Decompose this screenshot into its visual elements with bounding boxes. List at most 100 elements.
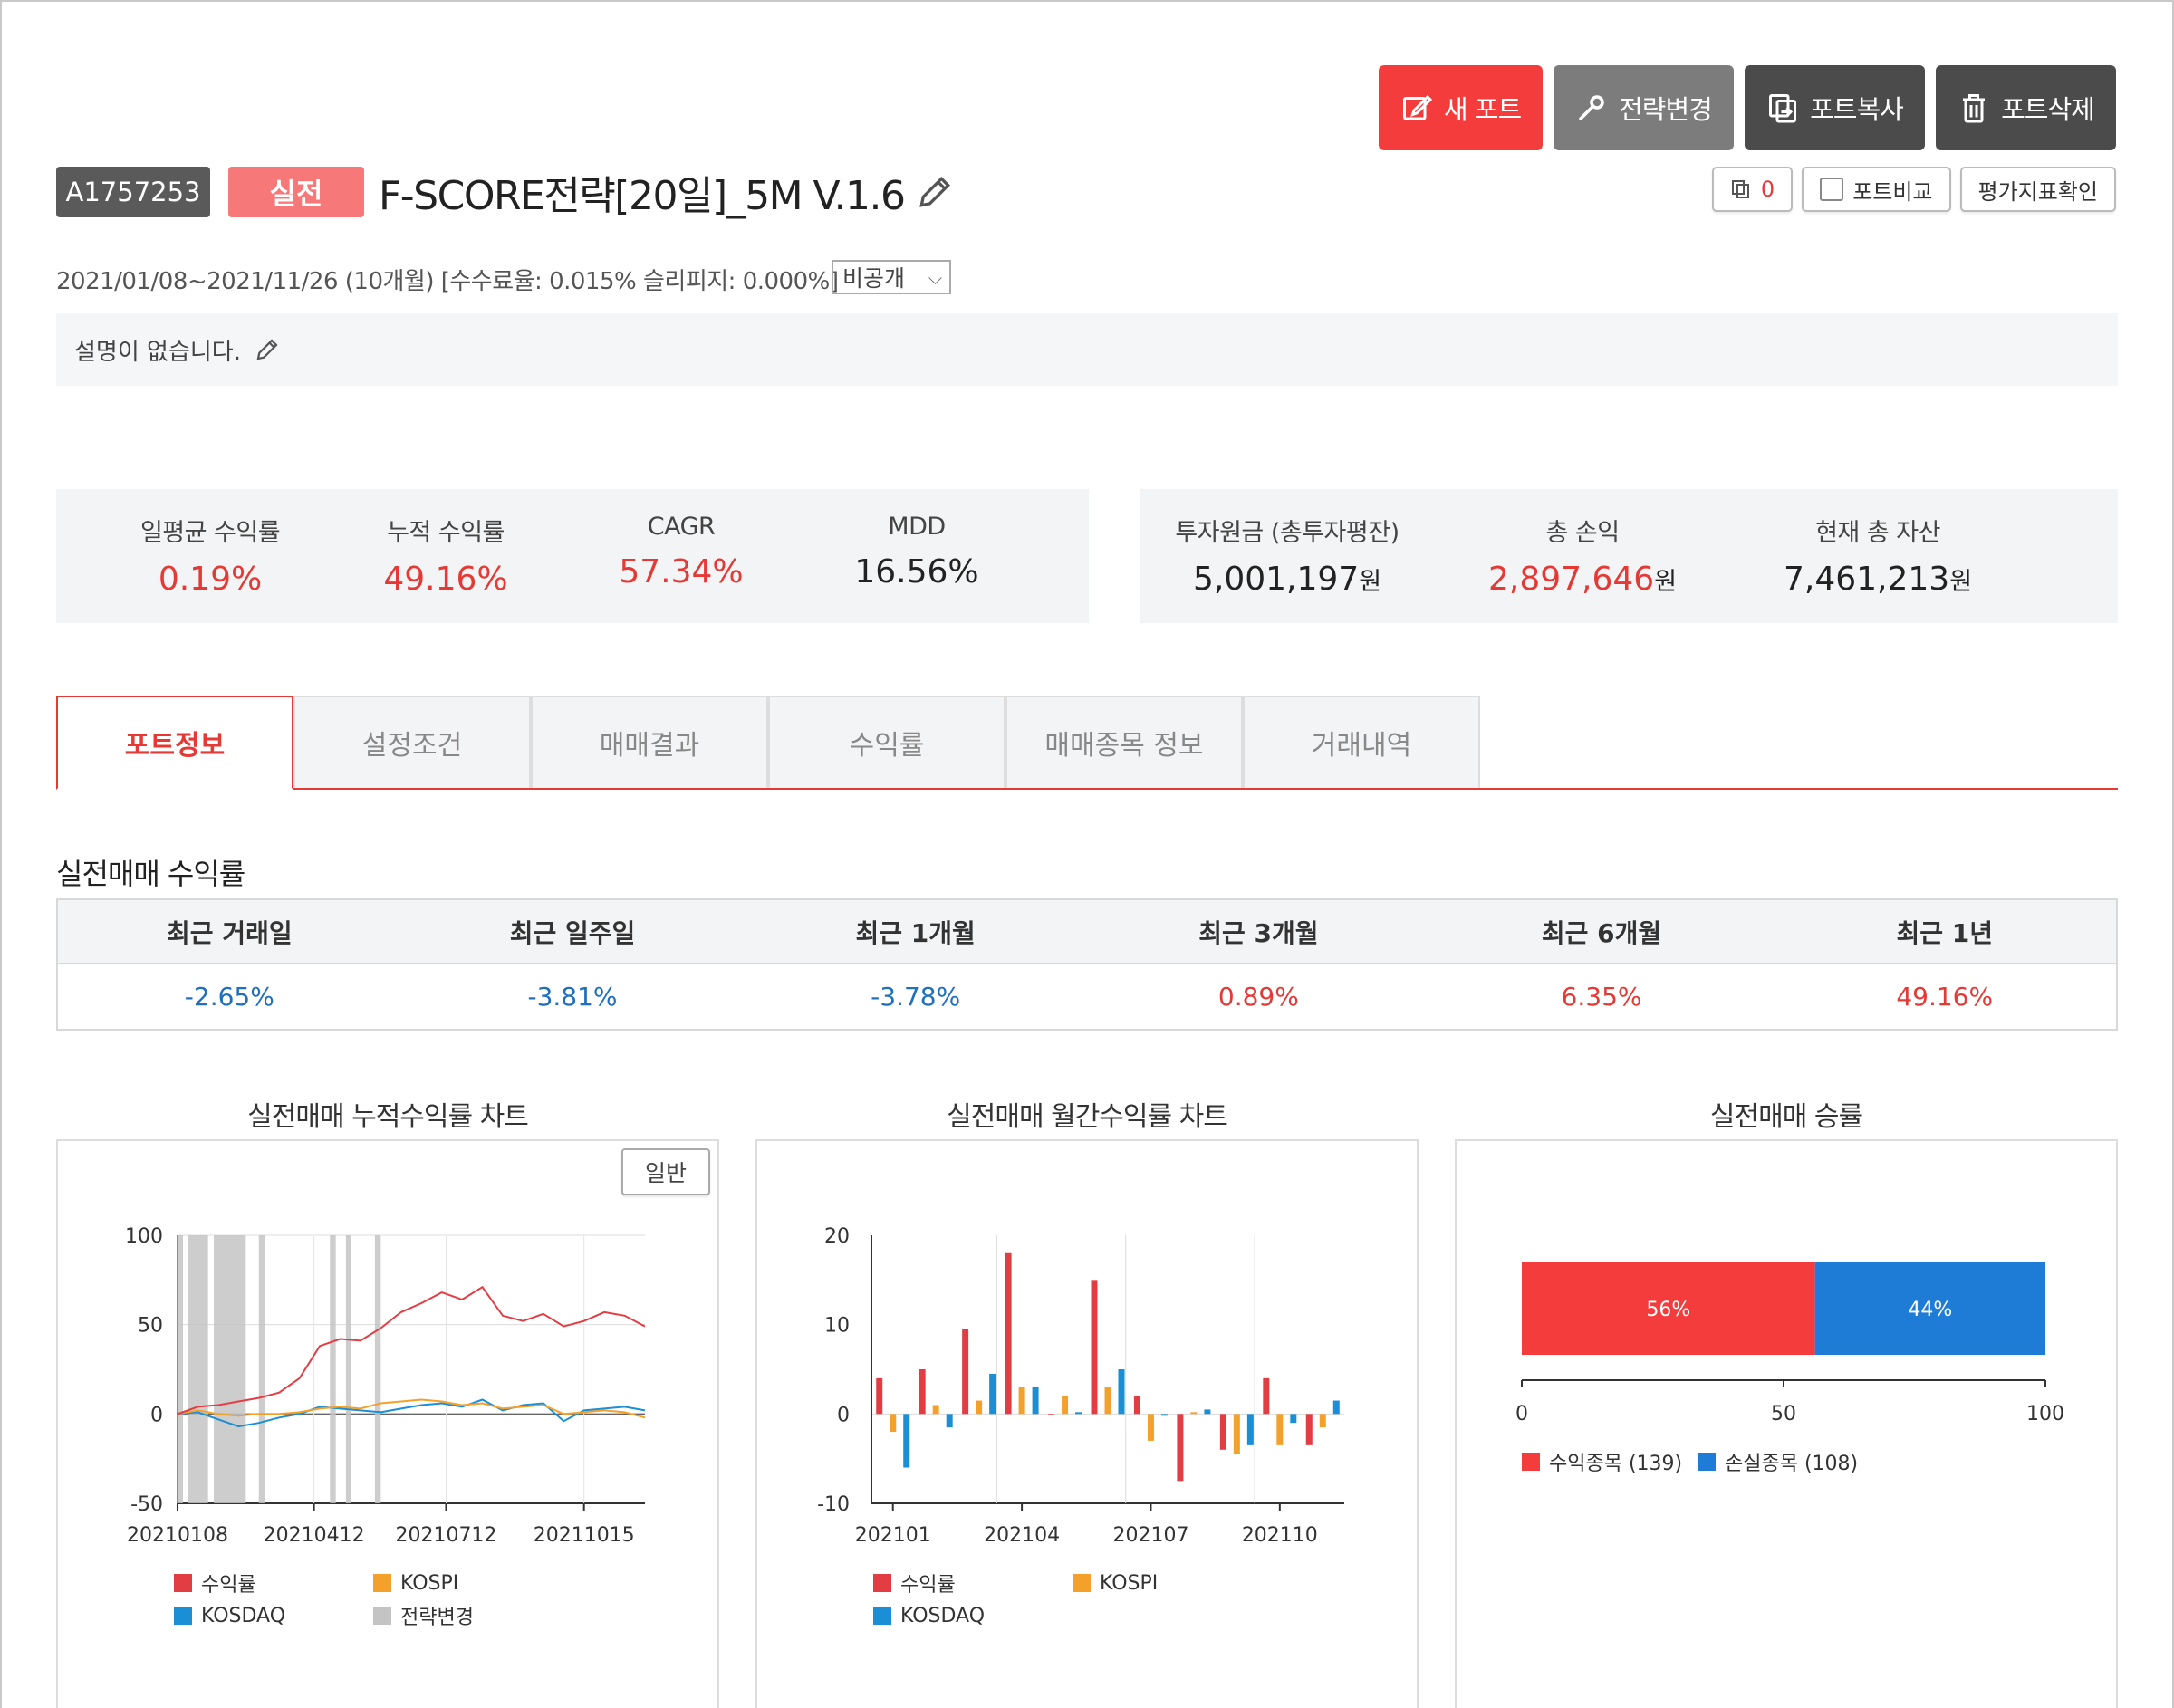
tab-history[interactable]: 거래내역: [1243, 696, 1480, 788]
table-header-row: 최근 거래일 최근 일주일 최근 1개월 최근 3개월 최근 6개월 최근 1년: [58, 900, 2116, 964]
live-returns-table: 최근 거래일 최근 일주일 최근 1개월 최근 3개월 최근 6개월 최근 1년…: [56, 898, 2118, 1031]
stat-label: 총 손익: [1545, 519, 1620, 547]
legend-swatch: [373, 1574, 391, 1592]
bar-202102-1: [932, 1405, 939, 1415]
bar-202110-0: [1263, 1377, 1270, 1415]
stat-value: 7,461,213원: [1730, 561, 2025, 598]
wrench-icon: [1579, 95, 1604, 120]
stat-label: 투자원금 (총투자평잔): [1175, 519, 1400, 547]
y-tick-label: 10: [824, 1315, 850, 1338]
delete-port-button[interactable]: 포트삭제: [1936, 65, 2116, 150]
bar-202110-2: [1290, 1414, 1297, 1424]
strategy-change-band: [330, 1235, 336, 1503]
stat-cagr: CAGR 57.34%: [563, 489, 799, 623]
bar-202107-1: [1147, 1414, 1154, 1441]
tab-bar: 포트정보 설정조건 매매결과 수익률 매매종목 정보 거래내역: [56, 696, 2118, 790]
legend-item: KOSDAQ: [174, 1599, 373, 1632]
tab-stock-info[interactable]: 매매종목 정보: [1005, 696, 1243, 788]
tab-port-info[interactable]: 포트정보: [56, 696, 293, 790]
portfolio-name: F-SCORE전략[20일]_5M V.1.6: [379, 173, 906, 219]
pencil-icon[interactable]: [915, 172, 955, 212]
compare-port-button[interactable]: 포트비교: [1802, 167, 1951, 212]
pencil-icon[interactable]: [254, 336, 281, 363]
x-tick-label: 202107: [1112, 1524, 1188, 1547]
stat-label: CAGR: [647, 513, 716, 541]
strategy-change-band: [374, 1235, 381, 1503]
winrate-legend: 수익종목 (139) 손실종목 (108): [1522, 1445, 1879, 1478]
copy-port-label: 포트복사: [1810, 94, 1904, 125]
stat-number: 2,897,646: [1487, 561, 1655, 598]
tab-trade-results[interactable]: 매매결과: [531, 696, 768, 788]
compare-checkbox[interactable]: [1820, 178, 1844, 201]
stat-cumulative: 누적 수익률 49.16%: [328, 489, 563, 623]
legend-swatch: [1073, 1574, 1091, 1592]
y-tick-label: 0: [837, 1404, 850, 1426]
copy-port-button[interactable]: 포트복사: [1745, 65, 1925, 150]
legend-label: 수익률: [201, 1574, 256, 1597]
legend-label: 손실종목 (108): [1725, 1453, 1859, 1475]
copy-small-icon: [1731, 180, 1749, 198]
copy-count-button[interactable]: 0: [1711, 167, 1794, 212]
x-tick-label: 202104: [984, 1524, 1060, 1547]
new-port-button[interactable]: 새 포트: [1379, 65, 1543, 150]
bar-202104-0: [1005, 1252, 1012, 1415]
bar-202103-2: [989, 1373, 996, 1415]
winrate-chart: 56% 44% 0 50 100: [1515, 1262, 2064, 1425]
stat-value: 0.19%: [158, 561, 263, 598]
tab-returns[interactable]: 수익률: [768, 696, 1005, 788]
table-cell: -2.65%: [184, 982, 274, 1012]
copy-icon: [1769, 94, 1797, 123]
x-tick-label: 20211015: [534, 1524, 635, 1547]
stat-value: 16.56%: [854, 553, 979, 590]
legend-label: 수익률: [900, 1574, 956, 1597]
legend-swatch: [873, 1574, 891, 1592]
stat-unit: 원: [1654, 568, 1678, 596]
legend-swatch: [174, 1574, 192, 1592]
bar-202108-1: [1190, 1412, 1198, 1415]
table-header: 최근 일주일: [509, 917, 636, 948]
evaluate-button[interactable]: 평가지표확인: [1959, 167, 2116, 212]
visibility-select[interactable]: 비공개 ⌵: [832, 260, 951, 294]
bar-202108-0: [1177, 1414, 1184, 1482]
bar-202101-1: [890, 1414, 897, 1433]
legend-swatch: [1698, 1453, 1716, 1471]
bar-202108-2: [1204, 1409, 1211, 1415]
return-stats: 일평균 수익률 0.19% 누적 수익률 49.16% CAGR 57.34% …: [56, 489, 1089, 623]
legend-label: KOSDAQ: [900, 1604, 986, 1627]
bar-202107-2: [1160, 1414, 1168, 1416]
stat-value: 57.34%: [619, 553, 744, 590]
stat-label: 누적 수익률: [387, 519, 505, 547]
edit-icon: [1402, 94, 1432, 120]
change-strategy-button[interactable]: 전략변경: [1554, 65, 1734, 150]
stat-label: MDD: [888, 513, 946, 541]
table-cell: -3.78%: [871, 982, 961, 1012]
table-header: 최근 1년: [1896, 917, 1993, 948]
description-box: 설명이 없습니다.: [56, 313, 2118, 386]
bar-202103-1: [976, 1400, 983, 1415]
stat-total-asset: 현재 총 자산 7,461,213원: [1730, 489, 2025, 623]
status-badge: 실전: [228, 167, 364, 217]
bar-202105-1: [1062, 1396, 1069, 1415]
stat-principal: 투자원금 (총투자평잔) 5,001,197원: [1140, 489, 1435, 623]
bar-202104-1: [1018, 1387, 1025, 1415]
bar-202105-0: [1048, 1414, 1055, 1415]
tab-settings[interactable]: 설정조건: [293, 696, 531, 788]
portfolio-title: F-SCORE전략[20일]_5M V.1.6: [379, 163, 955, 221]
y-tick-label: 50: [138, 1315, 163, 1338]
legend-label: KOSPI: [400, 1571, 459, 1595]
bar-202105-2: [1075, 1412, 1082, 1415]
legend-swatch: [873, 1607, 891, 1625]
strategy-change-band: [214, 1235, 246, 1503]
bar-202102-2: [946, 1414, 953, 1428]
stat-number: 7,461,213: [1783, 561, 1950, 598]
legend-swatch: [174, 1607, 192, 1625]
live-returns-title: 실전매매 수익률: [56, 857, 245, 891]
stat-value: 5,001,197원: [1140, 561, 1435, 598]
table-header: 최근 3개월: [1198, 917, 1319, 948]
stat-mdd: MDD 16.56%: [799, 489, 1034, 623]
bar-202111-0: [1305, 1414, 1313, 1445]
bar-202101-2: [903, 1414, 910, 1468]
visibility-value: 비공개: [842, 265, 906, 292]
stat-value: 49.16%: [383, 561, 508, 598]
y-tick-label: 100: [125, 1225, 163, 1248]
